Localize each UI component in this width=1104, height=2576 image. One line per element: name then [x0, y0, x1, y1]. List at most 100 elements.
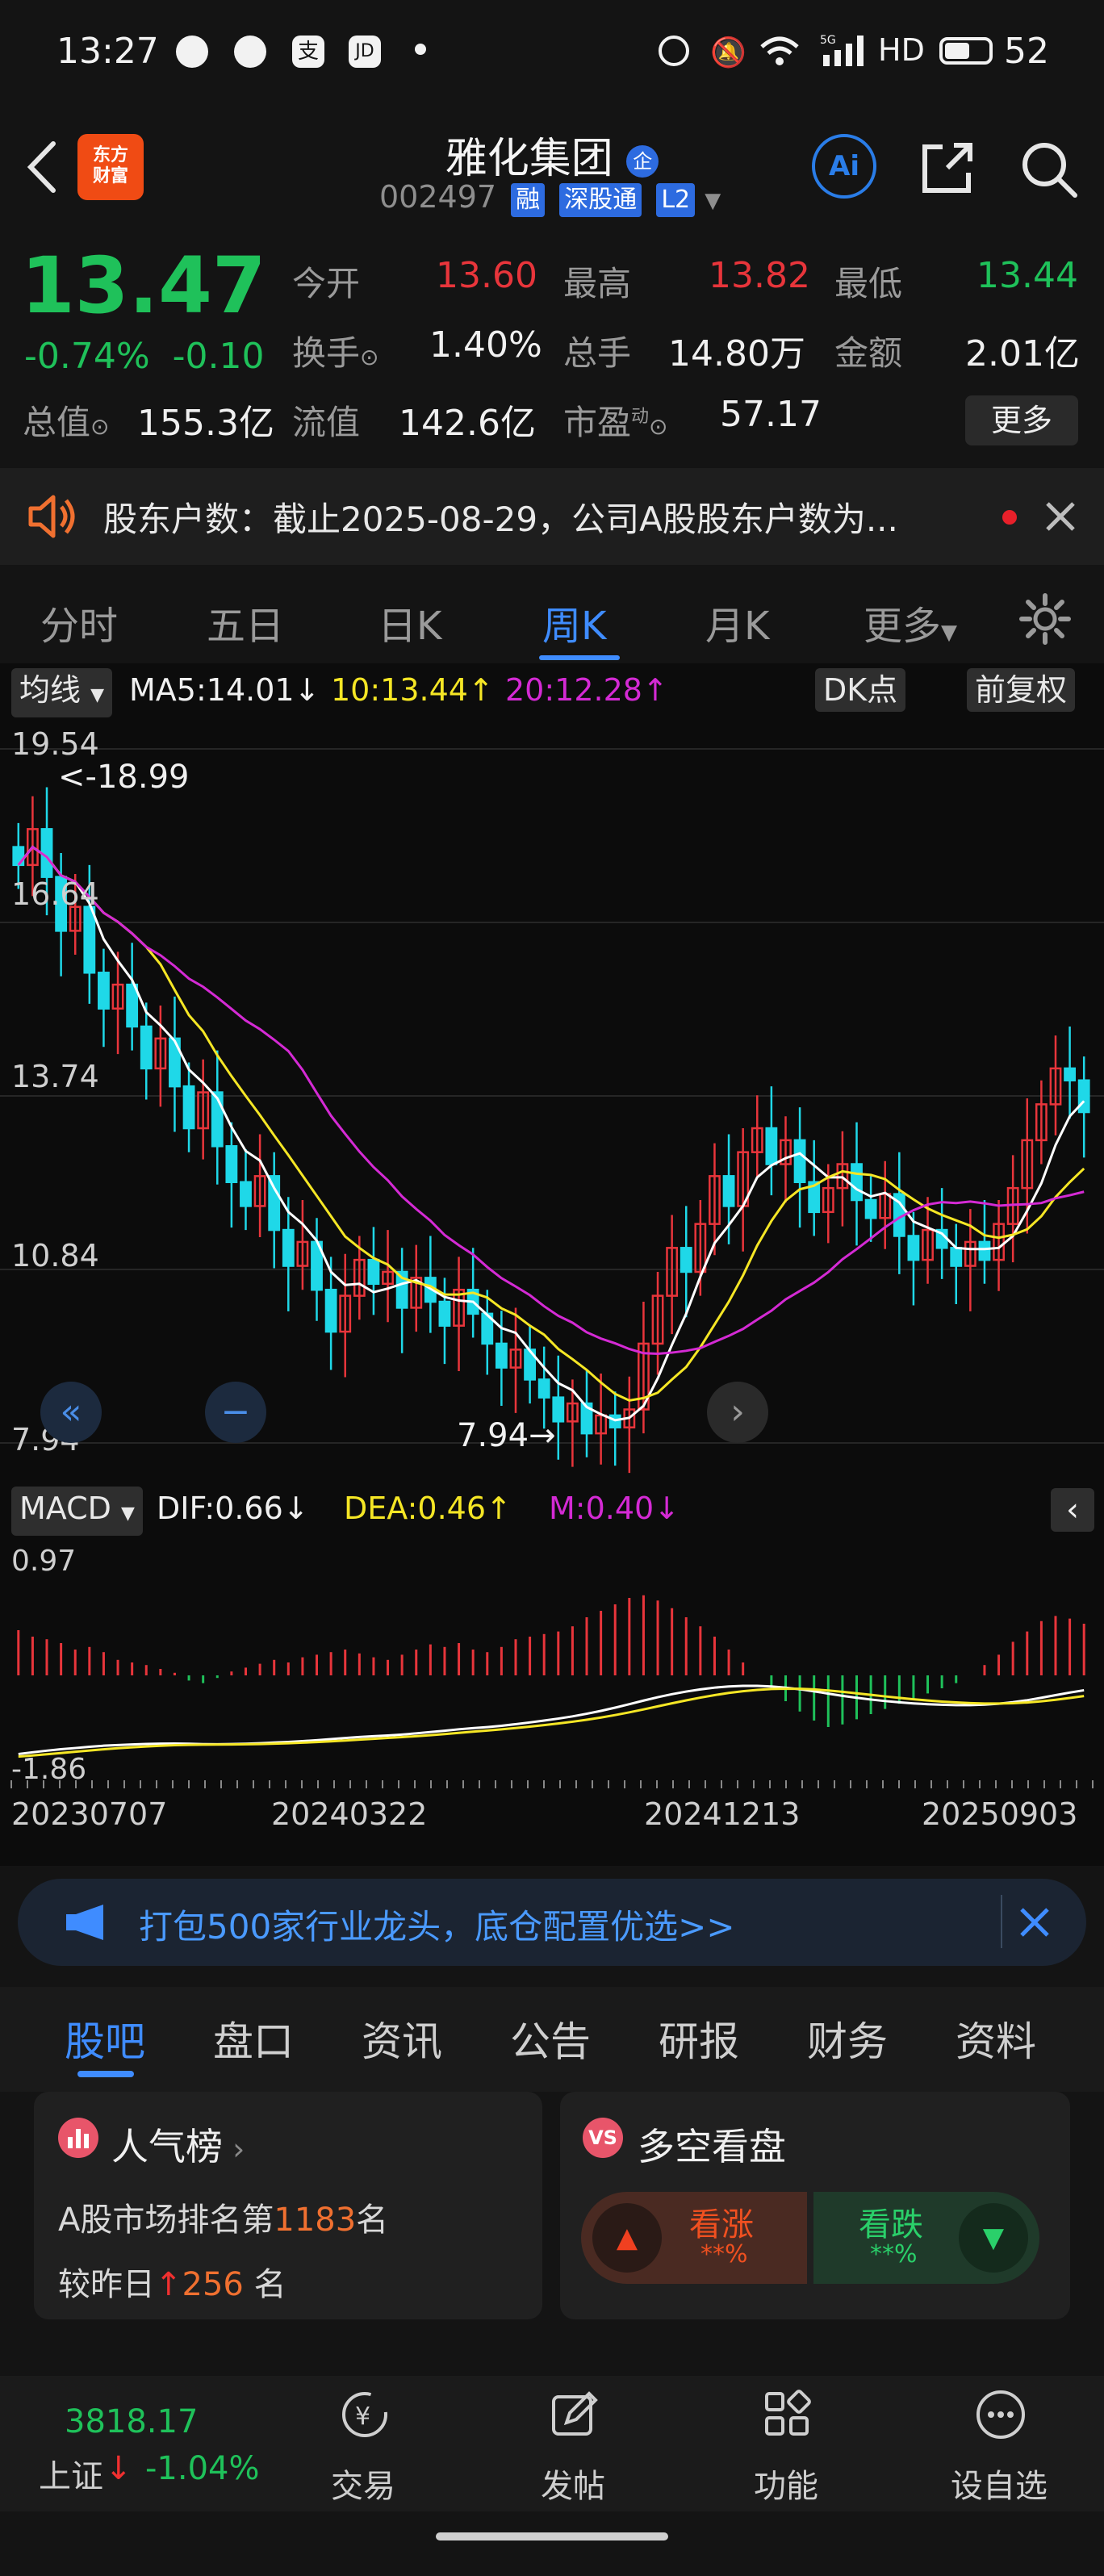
chevron-right-icon: ›: [223, 2131, 245, 2167]
candle-body: [282, 1228, 295, 1267]
dk-points-button[interactable]: DK点: [815, 668, 906, 712]
hd-indicator: HD: [878, 32, 925, 68]
macd-m: M:0.40↓: [549, 1491, 680, 1526]
tab-daily-k[interactable]: 日K: [378, 594, 441, 650]
tab-forum[interactable]: 股吧: [65, 2009, 145, 2068]
sentiment-title: 多空看盘: [638, 2125, 786, 2168]
x-tick-label: 20241213: [644, 1796, 801, 1832]
candle-body: [765, 1127, 778, 1165]
ma-selector[interactable]: 均线 ▼: [11, 668, 113, 717]
rank-change-line: 较昨日↑256 名: [58, 2266, 286, 2303]
nav-post[interactable]: 发帖: [508, 2376, 638, 2511]
home-indicator[interactable]: [436, 2532, 668, 2540]
ma20-value: 20:12.28↑: [505, 672, 668, 708]
share-icon[interactable]: [918, 139, 976, 197]
promo-banner[interactable]: 打包500家行业龙头，底仓配置优选>>: [18, 1879, 1086, 1966]
ai-assistant-button[interactable]: Ai: [812, 134, 876, 199]
y-tick-label: 16.64: [11, 876, 99, 912]
active-tab-indicator: [539, 655, 620, 660]
volume-label: 总手: [563, 333, 632, 373]
candle-body: [907, 1235, 920, 1261]
zoom-out-icon[interactable]: −: [205, 1382, 266, 1443]
candle-body: [83, 905, 96, 974]
chevron-down-icon: ▼: [705, 189, 721, 213]
pe-value: 57.17: [720, 394, 822, 435]
high-label: 最高: [563, 264, 632, 303]
jd-icon: JD: [349, 36, 381, 68]
tab-weekly-k[interactable]: 周K: [542, 594, 606, 650]
bullish-value: **%: [700, 2240, 748, 2269]
nav-watchlist[interactable]: 设自选: [935, 2376, 1064, 2511]
close-icon[interactable]: [1044, 500, 1077, 533]
notice-bar[interactable]: 股东户数：截止2025-08-29，公司A股股东户数为...: [0, 468, 1104, 565]
tab-intraday[interactable]: 分时: [40, 594, 118, 650]
candle-body: [182, 1085, 195, 1130]
index-value: 3818.17: [65, 2403, 199, 2440]
tab-financials[interactable]: 财务: [807, 2009, 888, 2068]
battery-icon: [939, 37, 993, 65]
x-tick-label: 20230707: [11, 1796, 168, 1832]
megaphone-icon: [66, 1905, 103, 1940]
connect-tag: 深股通: [559, 183, 642, 217]
ranking-icon: [58, 2118, 98, 2158]
price-change: -0.74% -0.10: [24, 336, 265, 377]
dropdown-triangle-icon: ▼: [90, 685, 105, 705]
more-quote-button[interactable]: 更多: [965, 395, 1078, 445]
ma10-value: 10:13.44↑: [331, 672, 494, 708]
float-cap-label: 流值: [292, 403, 361, 442]
macd-dea: DEA:0.46↑: [344, 1491, 512, 1526]
tab-research[interactable]: 研报: [659, 2009, 739, 2068]
tab-order-book[interactable]: 盘口: [213, 2009, 294, 2068]
turnover-value: 1.40%: [429, 324, 542, 366]
info-icon: ⊙: [90, 413, 110, 440]
stock-code-row[interactable]: 002497 融 深股通 L2 ▼: [379, 179, 721, 217]
tab-profile[interactable]: 资料: [956, 2009, 1036, 2068]
candle-body: [268, 1175, 281, 1232]
status-time: 13:27: [56, 31, 159, 72]
bearish-value: **%: [870, 2240, 918, 2269]
candle-body: [495, 1342, 508, 1369]
nav-functions[interactable]: 功能: [721, 2376, 851, 2511]
macd-selector[interactable]: MACD ▼: [11, 1487, 143, 1536]
gear-icon[interactable]: [1018, 592, 1072, 646]
enterprise-badge-icon: 企: [626, 145, 659, 178]
next-arrow-icon[interactable]: ›: [707, 1382, 768, 1443]
versus-icon: VS: [583, 2118, 623, 2158]
arrow-up-icon: ↑: [155, 2266, 182, 2303]
x-tick-label: 20250903: [922, 1796, 1078, 1832]
popularity-card[interactable]: 人气榜 › A股市场排名第1183名 较昨日↑256 名: [34, 2092, 542, 2319]
macd-chart[interactable]: [0, 1538, 1104, 1788]
tab-more[interactable]: 更多▼: [864, 594, 957, 650]
signal-icon: 5G: [820, 34, 864, 66]
candle-body: [864, 1198, 877, 1219]
scroll-left-icon[interactable]: «: [40, 1382, 102, 1443]
adjust-button[interactable]: 前复权: [967, 668, 1076, 712]
macd-y-top: 0.97: [11, 1545, 77, 1578]
candle-body: [40, 828, 53, 878]
tab-announcements[interactable]: 公告: [510, 2009, 591, 2068]
more-notifications-dot-icon: [415, 44, 426, 55]
candlestick-chart[interactable]: [0, 717, 1104, 1532]
ma5-value: MA5:14.01↓: [129, 672, 320, 708]
collapse-panel-icon[interactable]: ‹: [1051, 1488, 1094, 1532]
triangle-down-icon: ▼: [959, 2203, 1028, 2273]
level2-tag: L2: [656, 183, 696, 217]
candle-body: [240, 1181, 252, 1207]
tab-news[interactable]: 资讯: [362, 2009, 442, 2068]
amount-value: 2.01亿: [965, 333, 1080, 374]
y-tick-label: 13.74: [11, 1059, 99, 1094]
min-price-annotation: 7.94→: [457, 1417, 556, 1454]
stock-header: 东方 财富 雅化集团 企 002497 融 深股通 L2 ▼ Ai: [0, 105, 1104, 226]
close-icon[interactable]: [1018, 1906, 1051, 1938]
tab-five-day[interactable]: 五日: [207, 594, 284, 650]
nav-trade[interactable]: ¥ 交易: [299, 2376, 428, 2511]
bullish-button[interactable]: ▲ 看涨 **%: [581, 2192, 807, 2284]
candle-body: [950, 1247, 963, 1267]
macd-y-bottom: -1.86: [11, 1753, 87, 1786]
candle-body: [793, 1139, 806, 1184]
search-icon[interactable]: [1017, 137, 1081, 202]
candle-body: [98, 972, 110, 1010]
index-quote[interactable]: 3818.17 上证 ↓ -1.04%: [0, 2376, 274, 2511]
tab-monthly-k[interactable]: 月K: [705, 594, 769, 650]
bearish-button[interactable]: 看跌 **% ▼: [813, 2192, 1039, 2284]
